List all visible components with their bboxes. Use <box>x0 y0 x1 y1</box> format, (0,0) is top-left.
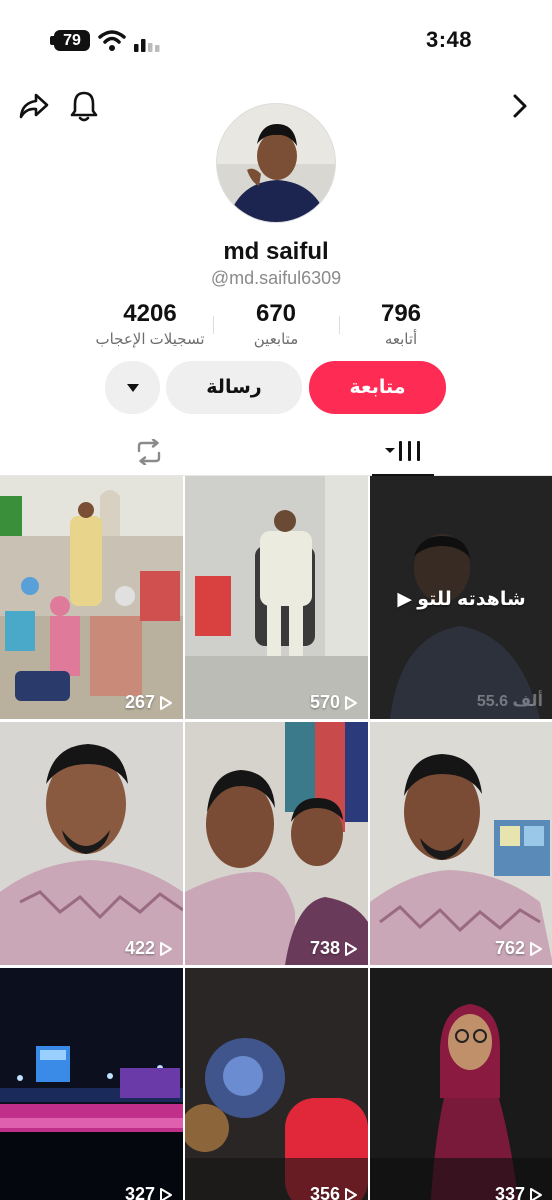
play-filled-icon: ▶ <box>397 589 418 610</box>
just-watched-text: شاهدته للتو <box>417 589 526 610</box>
video-thumbnail-image <box>0 968 183 1200</box>
video-thumbnail-image <box>185 476 368 719</box>
view-count-value: 356 <box>309 1184 340 1200</box>
view-count: 762 <box>495 938 543 959</box>
video-thumbnail[interactable]: 570 <box>185 476 368 719</box>
view-count: 267 <box>125 692 173 713</box>
view-count: 570 <box>310 692 358 713</box>
share-icon <box>19 93 49 119</box>
view-count-value: 337 <box>494 1184 525 1200</box>
tab-videos[interactable] <box>372 428 434 476</box>
status-bar: 79 3:48 <box>0 0 552 80</box>
video-thumbnail[interactable]: 738 <box>185 722 368 965</box>
video-grid: 267 570 ▶ شاهدته للتو 55.6 ألف 422 738 7… <box>0 476 552 1200</box>
bell-icon <box>70 91 98 122</box>
video-thumbnail-image <box>0 476 183 719</box>
play-icon <box>530 941 542 956</box>
wifi-icon <box>98 30 126 51</box>
tab-reposts[interactable] <box>118 428 180 476</box>
play-icon <box>160 941 172 956</box>
video-thumbnail[interactable]: 422 <box>0 722 183 965</box>
stat-likes-label: تسجيلات الإعجاب <box>95 331 205 348</box>
view-count: 327 <box>125 1184 173 1200</box>
play-icon <box>345 941 357 956</box>
video-thumbnail-image <box>370 722 552 965</box>
video-thumbnail[interactable]: 337 <box>370 968 552 1200</box>
play-icon <box>345 1187 357 1200</box>
stat-likes[interactable]: 4206 تسجيلات الإعجاب <box>80 300 220 348</box>
caret-down-icon <box>126 383 139 392</box>
profile-name: md saiful <box>223 238 329 265</box>
repost-icon <box>137 439 161 465</box>
video-thumbnail[interactable]: 267 <box>0 476 183 719</box>
view-count-value: 267 <box>124 692 155 712</box>
signal-icon <box>134 39 160 52</box>
play-icon <box>160 695 172 710</box>
profile-handle: @md.saiful6309 <box>210 268 342 288</box>
message-button[interactable]: رسالة <box>166 361 302 414</box>
video-thumbnail[interactable]: 356 <box>185 968 368 1200</box>
video-thumbnail-watched[interactable]: ▶ شاهدته للتو 55.6 ألف <box>370 476 552 719</box>
profile-tabs <box>0 428 552 476</box>
view-count-value: 738 <box>309 938 340 958</box>
stat-following-value: 796 <box>380 300 422 327</box>
stat-following[interactable]: 796 أتابعه <box>331 300 471 348</box>
grid-icon <box>385 441 420 461</box>
view-count: 422 <box>125 938 173 959</box>
stat-followers-label: متابعين <box>253 331 299 348</box>
video-thumbnail[interactable]: 327 <box>0 968 183 1200</box>
stat-likes-value: 4206 <box>123 300 177 327</box>
video-thumbnail-image <box>185 722 368 965</box>
share-button[interactable] <box>16 88 52 124</box>
stat-following-label: أتابعه <box>384 331 418 348</box>
view-count-value: 762 <box>494 938 525 958</box>
stat-followers[interactable]: 670 متابعين <box>206 300 346 348</box>
view-count: 337 <box>495 1184 543 1200</box>
profile-stats: 4206 تسجيلات الإعجاب 670 متابعين 796 أتا… <box>0 300 552 356</box>
stat-followers-value: 670 <box>255 300 297 327</box>
view-count-value: 327 <box>124 1184 155 1200</box>
view-count: 738 <box>310 938 358 959</box>
back-button[interactable] <box>502 88 538 124</box>
view-count: 356 <box>310 1184 358 1200</box>
video-thumbnail-image <box>185 968 368 1200</box>
clock: 3:48 <box>425 27 472 52</box>
just-watched-label: ▶ شاهدته للتو <box>370 588 552 611</box>
battery-indicator: 79 <box>54 30 90 51</box>
play-icon <box>530 1187 542 1200</box>
view-count-value: 422 <box>124 938 155 958</box>
play-icon <box>160 1187 172 1200</box>
video-thumbnail-image <box>0 722 183 965</box>
avatar-photo <box>217 104 335 222</box>
avatar[interactable] <box>216 103 336 223</box>
play-icon <box>345 695 357 710</box>
follow-button[interactable]: متابعة <box>309 361 446 414</box>
notification-button[interactable] <box>66 88 102 124</box>
suggestions-button[interactable] <box>105 361 160 414</box>
video-thumbnail[interactable]: 762 <box>370 722 552 965</box>
view-count-value: 570 <box>309 692 340 712</box>
view-count: 55.6 ألف <box>476 693 543 710</box>
chevron-right-icon <box>513 94 527 118</box>
video-thumbnail-image <box>370 968 552 1200</box>
